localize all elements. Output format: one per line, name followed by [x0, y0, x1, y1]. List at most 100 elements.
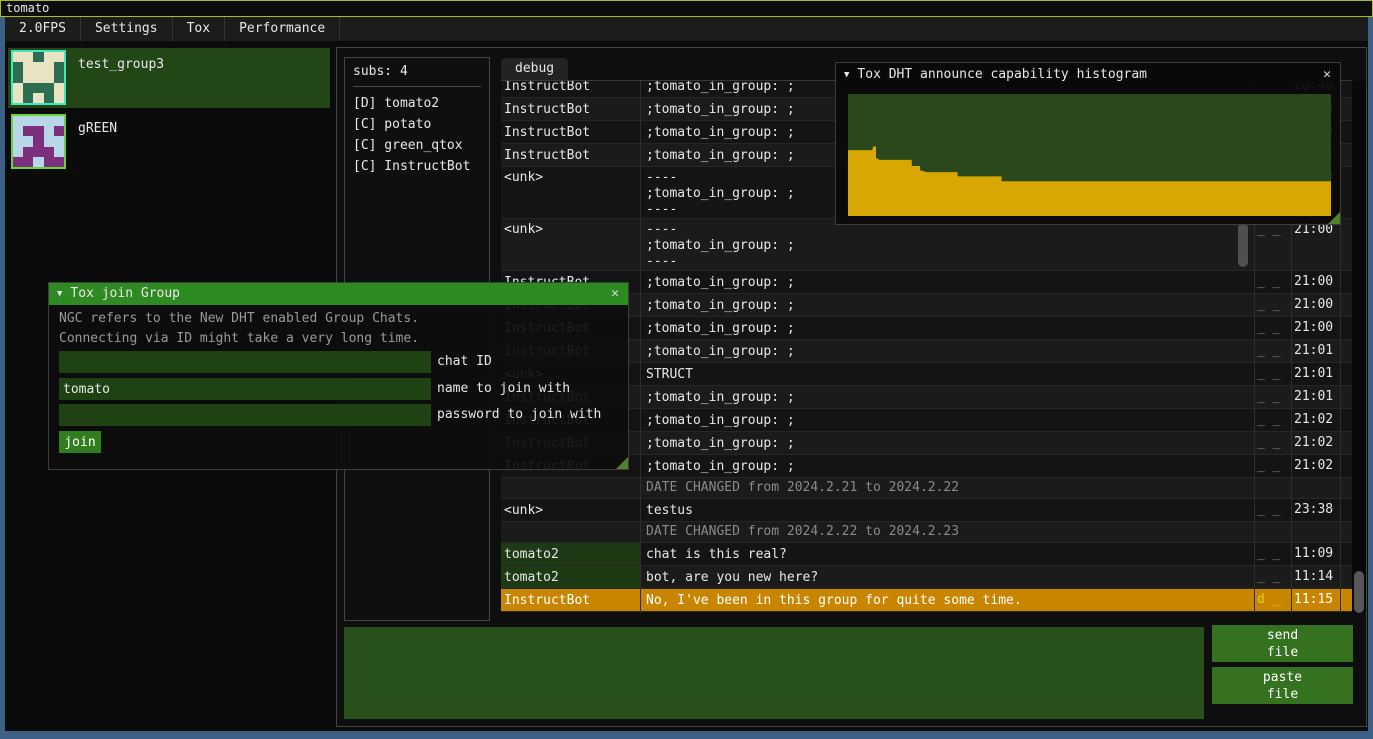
app-root: tomato 2.0FPS Settings Tox Performance t…: [0, 0, 1373, 739]
delivery-flags: _ _: [1257, 502, 1292, 517]
member-list: [D] tomato2[C] potato[C] green_qtox[C] I…: [353, 93, 481, 177]
message-text: ;tomato_in_group: ;: [642, 340, 1252, 362]
message-line: testus: [646, 502, 1252, 519]
message-timestamp: 11:14: [1294, 569, 1340, 584]
group-name: test_group3: [78, 57, 164, 72]
chat-id-field[interactable]: [59, 351, 431, 373]
message-timestamp: 21:01: [1294, 389, 1340, 404]
join-group-window: ▼Tox join Group ✕ NGC refers to the New …: [48, 282, 629, 470]
delivery-flags: _ _: [1257, 412, 1292, 427]
member-item-green_qtox[interactable]: [C] green_qtox: [353, 135, 481, 156]
paste-file-button[interactable]: paste file: [1212, 667, 1353, 704]
message-timestamp: 21:02: [1294, 412, 1340, 427]
fps-counter: 2.0FPS: [5, 17, 81, 41]
message-line: bot, are you new here?: [646, 569, 1252, 586]
sender-name: InstructBot: [501, 81, 640, 97]
close-icon[interactable]: ✕: [1318, 63, 1336, 86]
sender-name: tomato2: [501, 543, 640, 565]
collapse-arrow-icon[interactable]: ▼: [49, 283, 70, 305]
message-text: ;tomato_in_group: ;: [642, 409, 1252, 431]
message-text: STRUCT: [642, 363, 1252, 385]
message-timestamp: 21:02: [1294, 458, 1340, 473]
resize-grip-icon[interactable]: [1328, 212, 1340, 224]
delivery-flags: _ _: [1257, 546, 1292, 561]
member-item-InstructBot[interactable]: [C] InstructBot: [353, 156, 481, 177]
sender-name: <unk>: [501, 499, 640, 521]
window-title: tomato: [6, 1, 49, 15]
delivery-flags: _ _: [1257, 274, 1292, 289]
delivery-flags: d _: [1257, 592, 1292, 607]
menu-bar: 2.0FPS Settings Tox Performance: [5, 17, 1368, 41]
join-password-label: password to join with: [437, 404, 601, 426]
delivery-flags: _ _: [1257, 366, 1292, 381]
resize-grip-icon[interactable]: [616, 457, 628, 469]
date-changed-text: DATE CHANGED from 2024.2.21 to 2024.2.22: [646, 480, 959, 495]
menu-settings[interactable]: Settings: [81, 17, 173, 41]
chat-scrollbar-thumb[interactable]: [1354, 571, 1364, 613]
message-timestamp: 11:09: [1294, 546, 1340, 561]
message-line: STRUCT: [646, 366, 1252, 383]
join-name-label: name to join with: [437, 378, 570, 400]
send-file-button[interactable]: send file: [1212, 625, 1353, 662]
window-titlebar[interactable]: tomato: [0, 0, 1373, 17]
message-timestamp: 11:15: [1294, 592, 1340, 607]
histogram-window-title: Tox DHT announce capability histogram: [857, 67, 1147, 82]
delivery-flags: _ _: [1257, 297, 1292, 312]
date-separator-row: DATE CHANGED from 2024.2.22 to 2024.2.23: [501, 522, 1352, 543]
ngc-info-line1: NGC refers to the New DHT enabled Group …: [59, 311, 419, 326]
join-name-field[interactable]: [59, 378, 431, 400]
message-line: ;tomato_in_group: ;: [646, 297, 1252, 314]
menu-tox[interactable]: Tox: [173, 17, 225, 41]
sender-name: <unk>: [501, 167, 640, 218]
join-button[interactable]: join: [59, 431, 101, 453]
chat-id-label: chat ID: [437, 351, 492, 373]
message-timestamp: 21:01: [1294, 343, 1340, 358]
message-timestamp: 21:00: [1294, 297, 1340, 312]
group-item-test_group3[interactable]: test_group3: [8, 48, 330, 108]
histogram-window-titlebar[interactable]: ▼Tox DHT announce capability histogram ✕: [836, 63, 1340, 86]
message-row[interactable]: <unk> testus _ _23:38: [501, 499, 1352, 522]
join-password-field[interactable]: [59, 404, 431, 426]
sender-name: InstructBot: [501, 144, 640, 166]
window-border-right: [1368, 17, 1373, 731]
member-item-tomato2[interactable]: [D] tomato2: [353, 93, 481, 114]
group-item-gREEN[interactable]: gREEN: [8, 112, 330, 172]
group-name: gREEN: [78, 121, 117, 136]
delivery-flags: _ _: [1257, 389, 1292, 404]
chat-scrollbar[interactable]: [1352, 81, 1366, 613]
message-line: ;tomato_in_group: ;: [646, 238, 1252, 254]
message-text: ----;tomato_in_group: ;----: [642, 219, 1252, 270]
histogram-window: ▼Tox DHT announce capability histogram ✕: [835, 62, 1341, 225]
join-window-title: Tox join Group: [70, 286, 180, 301]
message-line: ;tomato_in_group: ;: [646, 320, 1252, 337]
message-row[interactable]: tomato2bot, are you new here?_ _11:14: [501, 566, 1352, 589]
message-line: ;tomato_in_group: ;: [646, 412, 1252, 429]
group-avatar: [11, 50, 66, 105]
menu-performance[interactable]: Performance: [225, 17, 340, 41]
delivery-flags: _ _: [1257, 320, 1292, 335]
message-row[interactable]: InstructBotNo, I've been in this group f…: [501, 589, 1352, 612]
message-scrollbar-thumb[interactable]: [1238, 223, 1248, 267]
message-timestamp: 23:38: [1294, 502, 1340, 517]
close-icon[interactable]: ✕: [606, 283, 624, 305]
collapse-arrow-icon[interactable]: ▼: [836, 64, 857, 87]
subs-count: subs: 4: [353, 64, 481, 79]
sender-name: InstructBot: [501, 121, 640, 143]
histogram-area-series: [848, 94, 1331, 216]
window-border-bottom: [0, 731, 1373, 739]
message-row[interactable]: <unk>----;tomato_in_group: ;----_ _21:00: [501, 219, 1352, 271]
sender-name: <unk>: [501, 219, 640, 270]
message-row[interactable]: tomato2chat is this real?_ _11:09: [501, 543, 1352, 566]
message-text: ;tomato_in_group: ;: [642, 386, 1252, 408]
join-window-titlebar[interactable]: ▼Tox join Group ✕: [49, 283, 628, 305]
message-timestamp: 21:02: [1294, 435, 1340, 450]
message-text: ;tomato_in_group: ;: [642, 455, 1252, 477]
message-line: ;tomato_in_group: ;: [646, 389, 1252, 406]
member-item-potato[interactable]: [C] potato: [353, 114, 481, 135]
message-input[interactable]: [344, 627, 1204, 719]
message-text: testus: [642, 499, 1252, 521]
tab-debug[interactable]: debug: [501, 58, 568, 80]
group-avatar: [11, 114, 66, 169]
date-separator-row: DATE CHANGED from 2024.2.21 to 2024.2.22: [501, 478, 1352, 499]
message-text: ;tomato_in_group: ;: [642, 271, 1252, 293]
